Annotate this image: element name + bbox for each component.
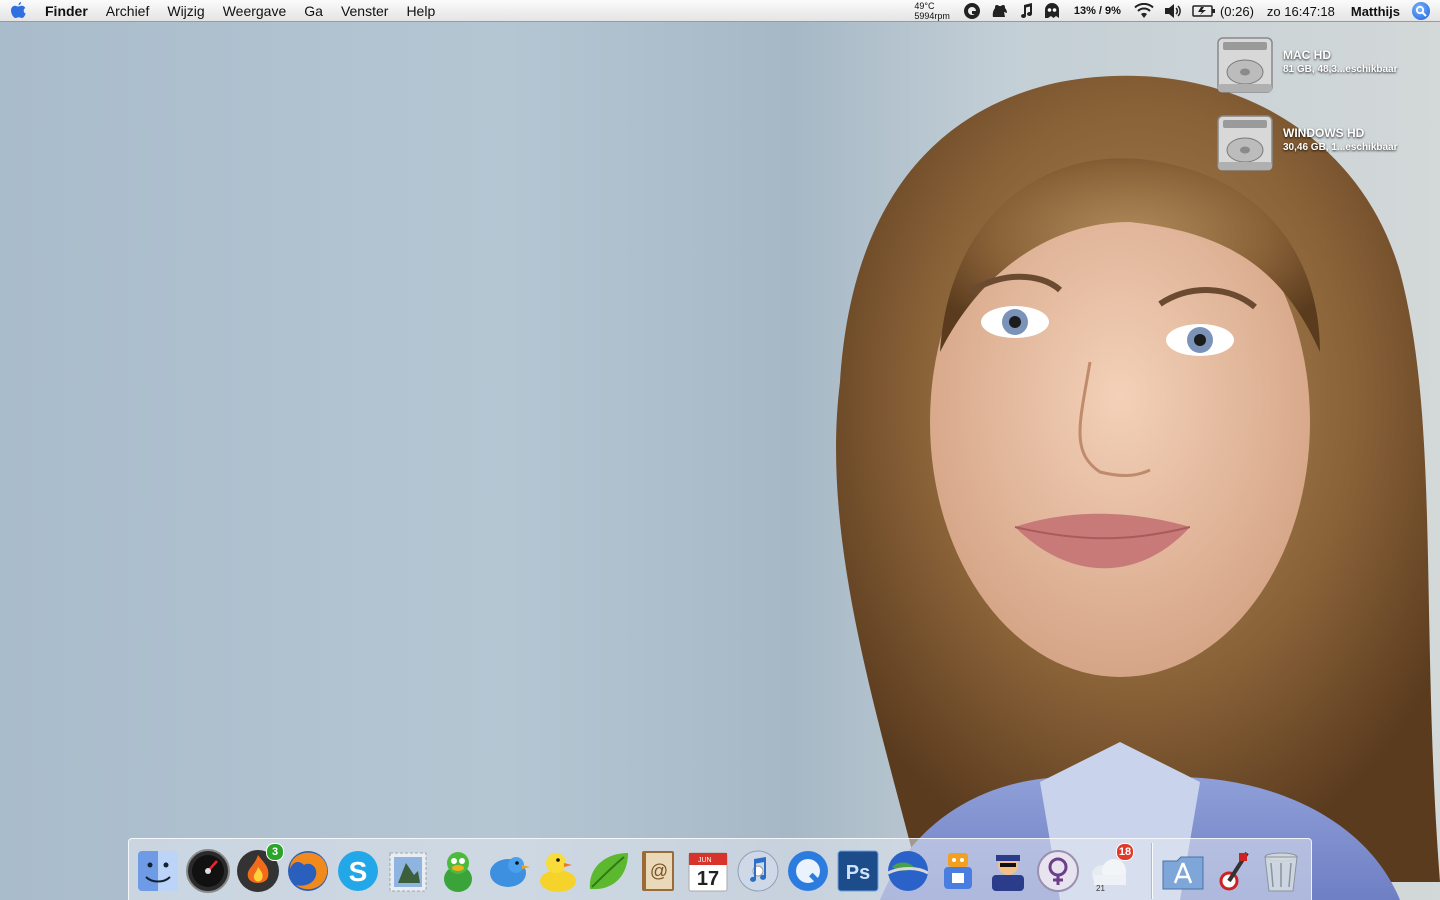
dock-skype[interactable]: S (334, 847, 382, 895)
dock-ical[interactable]: JUN 17 (684, 847, 732, 895)
menu-finder[interactable]: Finder (36, 0, 97, 22)
dock-applications-folder[interactable] (1159, 847, 1207, 895)
menu-weergave[interactable]: Weergave (214, 0, 296, 22)
globe-icon (887, 851, 929, 891)
weather-low: 21 (1096, 884, 1105, 893)
drive-name: WINDOWS HD (1283, 126, 1365, 140)
dock-fire[interactable]: 3 (234, 843, 284, 895)
dock-address-book[interactable]: @ (634, 847, 682, 895)
fan-speed-readout: 5994rpm (914, 11, 950, 21)
dock-separator (1151, 843, 1153, 899)
rubber-duck-icon (540, 853, 576, 892)
dock-gender-app[interactable] (1034, 847, 1082, 895)
photoshop-icon: Ps (837, 850, 879, 892)
calendar-month: JUN (698, 857, 712, 864)
svg-text:@: @ (650, 861, 668, 881)
bird-icon (490, 857, 530, 887)
dock: 3 S @ JUN 17 Ps 21 18 (128, 838, 1312, 900)
hard-drive-icon (1217, 37, 1273, 93)
dock-twitterrific[interactable] (484, 847, 532, 895)
battery-status[interactable]: (0:26) (1187, 0, 1259, 22)
drive-mac-hd[interactable]: MAC HD 81 GB, 48,3...eschikbaar (1215, 34, 1398, 96)
menu-wijzig[interactable]: Wijzig (158, 0, 213, 22)
volume-icon[interactable] (1159, 0, 1187, 22)
compass-icon (1219, 851, 1249, 891)
dock-trash[interactable] (1257, 847, 1305, 895)
menu-bar: Finder Archief Wijzig Weergave Ga Venste… (0, 0, 1440, 22)
dock-coda[interactable] (584, 847, 632, 895)
dock-dashboard[interactable] (184, 847, 232, 895)
calendar-icon: JUN 17 (688, 852, 728, 892)
address-book-icon: @ (642, 851, 674, 891)
menu-venster[interactable]: Venster (332, 0, 397, 22)
spotlight-icon[interactable] (1412, 2, 1430, 20)
dock-finder[interactable] (134, 847, 182, 895)
temperature-monitor[interactable]: 49°C 5994rpm (914, 1, 958, 21)
user-menu[interactable]: Matthijs (1343, 4, 1408, 19)
menu-help[interactable]: Help (397, 0, 444, 22)
leaf-icon (589, 853, 628, 890)
music-note-icon[interactable] (1014, 0, 1038, 22)
dock-photoshop[interactable]: Ps (834, 847, 882, 895)
svg-text:S: S (349, 856, 368, 887)
trash-icon (1264, 852, 1298, 892)
temperature-readout: 49°C (914, 1, 935, 11)
drive-info: 30,46 GB, 1...eschikbaar (1283, 142, 1398, 153)
cpu-usage[interactable]: 13% / 9% (1066, 5, 1129, 17)
finder-icon (138, 851, 178, 891)
dock-transmission[interactable] (934, 847, 982, 895)
firefox-icon (288, 851, 328, 891)
clock[interactable]: zo 16:47:18 (1259, 4, 1343, 19)
drive-info: 81 GB, 48,3...eschikbaar (1283, 64, 1398, 75)
applications-folder-icon (1162, 856, 1204, 890)
drive-windows-hd[interactable]: WINDOWS HD 30,46 GB, 1...eschikbaar (1215, 112, 1398, 174)
hard-drive-icon (1217, 115, 1273, 171)
growl-icon[interactable] (986, 0, 1014, 22)
qsync-icon[interactable] (958, 0, 986, 22)
menu-archief[interactable]: Archief (97, 0, 159, 22)
dock-directory-utility[interactable] (1209, 847, 1257, 895)
itunes-icon (737, 850, 779, 892)
ghost-icon[interactable] (1038, 0, 1066, 22)
wifi-icon[interactable] (1129, 0, 1159, 22)
dock-adium[interactable] (434, 847, 482, 895)
battery-icon (1192, 5, 1215, 17)
agent-icon (992, 855, 1024, 891)
dock-mail[interactable] (384, 847, 432, 895)
duck-icon (444, 852, 472, 892)
notification-badge: 18 (1116, 843, 1134, 861)
calendar-day: 17 (697, 868, 719, 890)
battery-time: (0:26) (1219, 3, 1254, 19)
dock-itunes[interactable] (734, 847, 782, 895)
robot-icon (944, 853, 972, 889)
photoshop-label: Ps (846, 862, 870, 884)
dock-cyberduck[interactable] (534, 847, 582, 895)
dock-quicktime[interactable] (784, 847, 832, 895)
notification-badge: 3 (266, 843, 284, 861)
skype-icon: S (338, 851, 378, 891)
dock-agent[interactable] (984, 847, 1032, 895)
menu-ga[interactable]: Ga (295, 0, 332, 22)
apple-menu-icon[interactable] (0, 0, 36, 22)
venus-icon (1037, 850, 1079, 892)
dock-firefox[interactable] (284, 847, 332, 895)
dashboard-icon (186, 849, 230, 893)
dock-google-earth[interactable] (884, 847, 932, 895)
drive-name: MAC HD (1283, 48, 1331, 62)
quicktime-icon (788, 851, 828, 891)
dock-weather[interactable]: 21 18 (1084, 843, 1134, 895)
desktop: Finder Archief Wijzig Weergave Ga Venste… (0, 0, 1440, 900)
stamp-icon (389, 852, 427, 892)
